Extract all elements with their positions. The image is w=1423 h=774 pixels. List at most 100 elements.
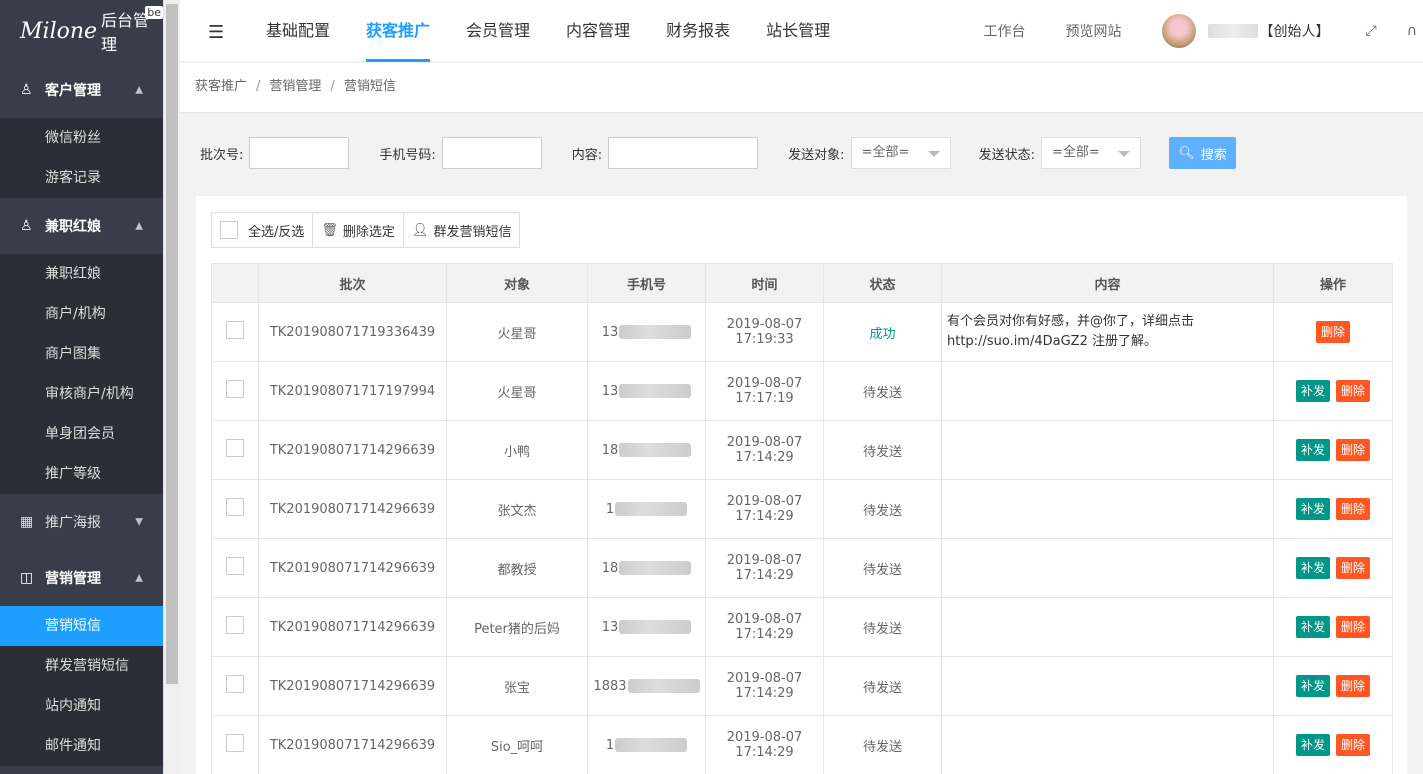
date-text: 2019-08-07	[726, 494, 803, 509]
batch-cell: TK201908071714296639	[258, 656, 447, 716]
delete-button[interactable]: 删除	[1336, 734, 1371, 756]
sidebar-item[interactable]: 兼职红娘	[0, 254, 163, 294]
top-tab[interactable]: 基础配置	[250, 0, 346, 62]
target-label: 发送对象:	[788, 147, 845, 163]
resend-button[interactable]: 补发	[1295, 380, 1330, 402]
headset-icon[interactable]: ∩	[1407, 23, 1417, 39]
time-cell: 2019-08-07 17:14:29	[705, 715, 824, 774]
sidebar-item[interactable]: 邮件通知	[0, 726, 163, 766]
sidebar-item[interactable]: 单身团会员	[0, 414, 163, 454]
phone-redacted	[619, 620, 692, 634]
row-checkbox-cell	[211, 420, 259, 480]
time-cell: 2019-08-07 17:14:29	[705, 479, 824, 539]
delete-button[interactable]: 删除	[1336, 675, 1371, 697]
target-cell: 张文杰	[446, 479, 588, 539]
row-checkbox[interactable]	[226, 439, 244, 457]
date-text: 2019-08-07	[726, 317, 803, 332]
sidebar-item[interactable]: 商户/机构	[0, 294, 163, 334]
sidebar-scrollbar[interactable]	[163, 0, 180, 774]
top-tab[interactable]: 财务报表	[650, 0, 746, 62]
top-tab[interactable]: 会员管理	[450, 0, 546, 62]
row-checkbox[interactable]	[226, 380, 244, 398]
phone-prefix: 1	[605, 737, 615, 753]
user-menu[interactable]: 【创始人】	[1207, 21, 1330, 41]
delete-button[interactable]: 删除	[1336, 380, 1371, 402]
column-header: 状态	[823, 263, 942, 303]
fullscreen-icon[interactable]: ⤢	[1366, 23, 1377, 39]
header-right: 工作台 预览网站 【创始人】 ⤢ ∩	[984, 0, 1423, 62]
sidebar-item[interactable]: 营销短信	[0, 606, 163, 646]
phone-prefix: 13	[601, 619, 619, 635]
row-checkbox[interactable]	[226, 498, 244, 516]
sidebar-item[interactable]: 商户图集	[0, 334, 163, 374]
row-checkbox[interactable]	[226, 616, 244, 634]
batch-cell: TK201908071717197994	[258, 361, 447, 421]
sidebar-item[interactable]: 站内通知	[0, 686, 163, 726]
top-tab[interactable]: 内容管理	[550, 0, 646, 62]
bulk-sms-button[interactable]: 👤︎ 群发营销短信	[403, 213, 520, 247]
caret-up-icon: ▲	[135, 84, 143, 96]
phone-redacted	[627, 679, 700, 693]
sidebar-item[interactable]: 微信粉丝	[0, 118, 163, 158]
sidebar-item[interactable]: 群发营销短信	[0, 646, 163, 686]
top-tabs: 基础配置 获客推广 会员管理 内容管理 财务报表 站长管理	[250, 0, 850, 62]
phone-label: 手机号码:	[379, 147, 436, 163]
target-cell: Peter猪的后妈	[446, 597, 588, 657]
sidebar-group[interactable]: ♙ 兼职红娘 ▲	[0, 198, 163, 254]
resend-button[interactable]: 补发	[1295, 675, 1330, 697]
username-redacted	[1207, 24, 1258, 38]
resend-button[interactable]: 补发	[1295, 616, 1330, 638]
delete-button[interactable]: 删除	[1336, 616, 1371, 638]
batch-input[interactable]	[249, 137, 350, 169]
breadcrumb-item[interactable]: 获客推广	[195, 79, 247, 94]
scrollbar-thumb[interactable]	[166, 4, 178, 684]
top-tab[interactable]: 获客推广	[350, 0, 446, 62]
resend-button[interactable]: 补发	[1295, 439, 1330, 461]
row-checkbox[interactable]	[226, 557, 244, 575]
sidebar-item[interactable]: 推广等级	[0, 454, 163, 494]
logo[interactable]: Milone 后台管理 be	[0, 0, 163, 62]
phone-prefix: 18	[601, 560, 619, 576]
row-checkbox-cell	[211, 715, 259, 774]
row-checkbox[interactable]	[226, 734, 244, 752]
users-icon: ♙	[20, 82, 33, 98]
menu-fold-icon[interactable]: ☰	[208, 22, 224, 43]
chart-icon: ◫	[20, 570, 34, 586]
resend-button[interactable]: 补发	[1295, 498, 1330, 520]
sidebar-item[interactable]: 审核商户/机构	[0, 374, 163, 414]
delete-button[interactable]: 删除	[1336, 498, 1371, 520]
checkbox[interactable]	[220, 221, 238, 239]
search-button[interactable]: 🔍︎ 搜索	[1168, 137, 1236, 169]
delete-button[interactable]: 删除	[1336, 557, 1371, 579]
date-text: 2019-08-07	[726, 376, 803, 391]
target-select[interactable]: =全部=	[850, 137, 951, 169]
sidebar-group[interactable]: ♙ 客户管理 ▲	[0, 62, 163, 118]
select-all-button[interactable]: 全选/反选	[212, 213, 314, 247]
delete-selected-button[interactable]: 🗑︎ 删除选定	[313, 213, 404, 247]
preview-site-link[interactable]: 预览网站	[1066, 21, 1122, 41]
row-checkbox[interactable]	[226, 675, 244, 693]
batch-cell: TK201908071714296639	[258, 538, 447, 598]
content-input[interactable]	[608, 137, 759, 169]
breadcrumb-item[interactable]: 营销管理	[269, 79, 321, 94]
table-row: TK201908071714296639 Peter猪的后妈 13 2019-08-0…	[211, 597, 1393, 657]
sidebar-group[interactable]: ▦ 推广海报 ▼	[0, 494, 163, 550]
resend-button[interactable]: 补发	[1295, 734, 1330, 756]
workbench-link[interactable]: 工作台	[984, 21, 1026, 41]
phone-redacted	[619, 384, 692, 398]
content-cell	[941, 597, 1274, 657]
status-select[interactable]: =全部=	[1040, 137, 1141, 169]
top-tab[interactable]: 站长管理	[750, 0, 846, 62]
user-icon: 👤︎	[411, 222, 429, 238]
phone-cell: 13	[587, 302, 706, 362]
sidebar-group[interactable]: ◫ 营销管理 ▲	[0, 550, 163, 606]
chevron-down-icon	[1117, 151, 1130, 157]
resend-button[interactable]: 补发	[1295, 557, 1330, 579]
delete-button[interactable]: 删除	[1315, 321, 1350, 343]
sidebar-item[interactable]: 游客记录	[0, 158, 163, 198]
delete-button[interactable]: 删除	[1336, 439, 1371, 461]
avatar[interactable]	[1161, 14, 1196, 48]
table-row: TK201908071714296639 小鸭 18 2019-08-07 17:14:…	[211, 420, 1393, 480]
phone-input[interactable]	[441, 137, 542, 169]
row-checkbox[interactable]	[226, 321, 244, 339]
